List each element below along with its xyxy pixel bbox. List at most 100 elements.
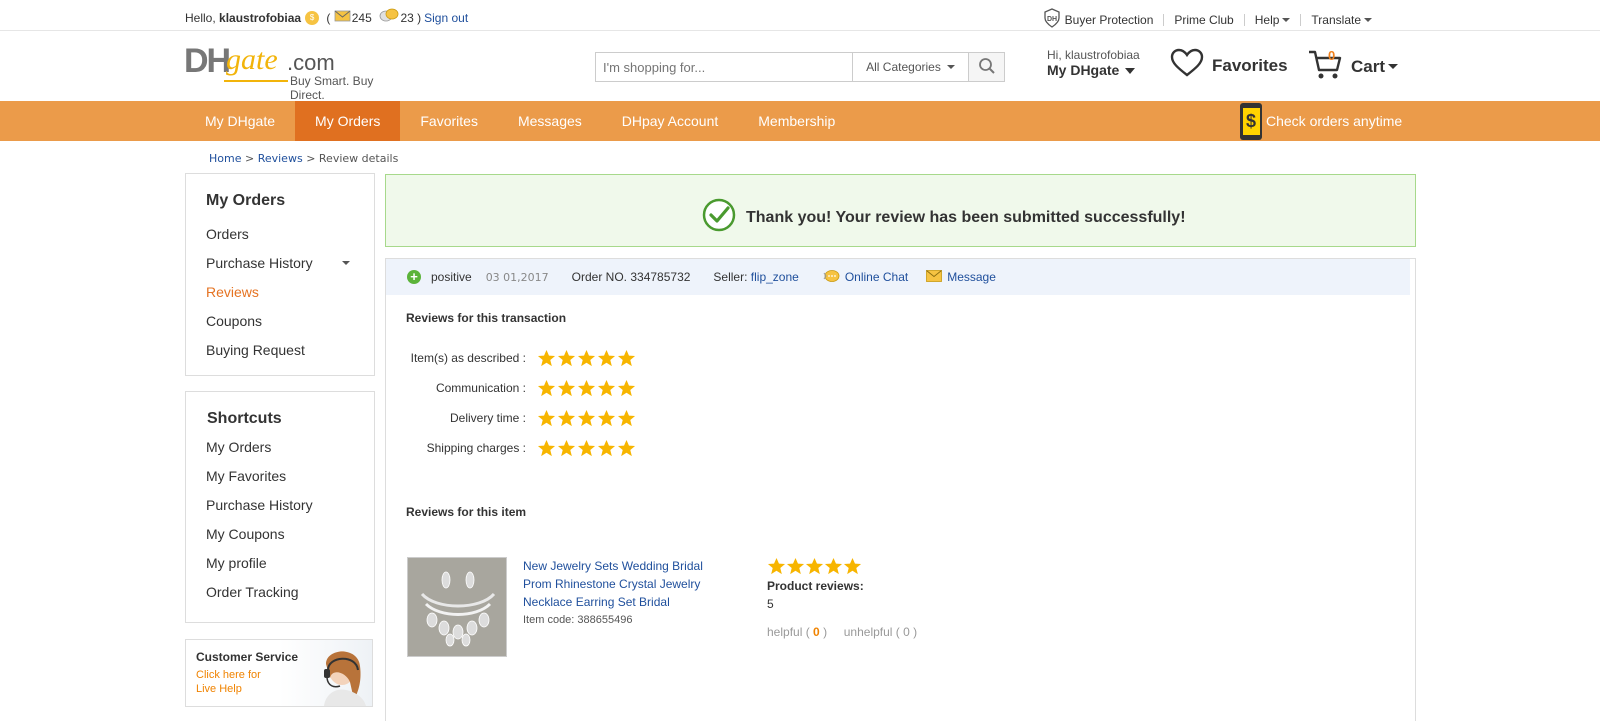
logo-tagline: Buy Smart. Buy Direct. [290, 74, 374, 102]
customer-service-banner[interactable]: Customer Service Click here for Live Hel… [185, 639, 373, 707]
product-reviews-value: 5 [767, 597, 774, 611]
breadcrumb-reviews[interactable]: Reviews [258, 152, 303, 165]
support-agent-icon [302, 642, 370, 706]
shortcut-order-tracking[interactable]: Order Tracking [206, 584, 299, 600]
heart-icon [1170, 48, 1212, 83]
breadcrumb-sep: > [306, 152, 316, 165]
my-orders-title: My Orders [206, 192, 286, 209]
star-icon [843, 557, 862, 575]
star-icon [597, 409, 616, 427]
chevron-down-icon [1364, 18, 1372, 23]
helpful-votes: helpful ( 0 ) unhelpful ( 0 ) [767, 625, 917, 639]
shortcut-my-coupons[interactable]: My Coupons [206, 526, 285, 542]
star-icon [805, 557, 824, 575]
chat-count[interactable]: 23 ) [400, 11, 421, 25]
online-chat-link[interactable]: Online Chat [822, 269, 908, 286]
nav-item-messages[interactable]: Messages [498, 101, 602, 141]
rating-stars [537, 409, 637, 428]
search-bar: All Categories [595, 52, 1005, 82]
svg-text:DH: DH [1047, 16, 1057, 23]
breadcrumb-sep: > [244, 152, 255, 165]
message-link[interactable]: Message [926, 269, 996, 285]
review-panel: + positive 03 01,2017 Order NO. 33478573… [385, 258, 1416, 721]
unhelpful-button[interactable]: unhelpful ( 0 ) [844, 625, 917, 639]
star-icon [577, 349, 596, 367]
star-icon [824, 557, 843, 575]
prime-club-link[interactable]: Prime Club [1174, 13, 1233, 27]
username[interactable]: klaustrofobiaa [219, 11, 301, 25]
chevron-down-icon [1388, 64, 1399, 69]
cs-title: Customer Service [196, 650, 299, 664]
nav-item-membership[interactable]: Membership [738, 101, 855, 141]
category-select[interactable]: All Categories [852, 53, 968, 81]
chevron-down-icon[interactable] [342, 261, 350, 265]
check-orders-link[interactable]: $ Check orders anytime [1240, 101, 1402, 141]
my-dhgate-menu[interactable]: Hi, klaustrofobiaa My DHgate [1047, 48, 1140, 78]
breadcrumb: Home > Reviews > Review details [209, 152, 398, 165]
help-menu[interactable]: Help [1255, 13, 1291, 27]
cart-link[interactable]: 0 Cart [1307, 48, 1399, 85]
cs-live-help-link[interactable]: Click here for Live Help [196, 668, 261, 696]
breadcrumb-home[interactable]: Home [209, 152, 241, 165]
sidebar-item-coupons[interactable]: Coupons [206, 313, 262, 329]
hi-user: Hi, klaustrofobiaa [1047, 48, 1140, 62]
logo-arrow [224, 80, 288, 82]
review-meta-bar: + positive 03 01,2017 Order NO. 33478573… [386, 259, 1410, 295]
chevron-down-icon [946, 65, 955, 69]
sidebar-item-purchase-history[interactable]: Purchase History [206, 255, 313, 271]
online-chat-label: Online Chat [844, 270, 909, 284]
mail-icon[interactable] [334, 9, 352, 26]
star-icon [537, 349, 556, 367]
logo-dh: DH [184, 42, 231, 80]
favorites-label: Favorites [1212, 55, 1288, 75]
cs-link-line-2: Live Help [196, 683, 242, 695]
shortcut-my-orders[interactable]: My Orders [206, 439, 271, 455]
helpful-count: 0 [813, 625, 820, 639]
search-button[interactable] [968, 53, 1004, 81]
chat-bubble-icon [822, 269, 845, 286]
seller-link[interactable]: flip_zone [751, 270, 799, 284]
rating-label: Item(s) as described : [410, 351, 526, 365]
helpful-button[interactable]: helpful ( 0 ) [767, 625, 827, 639]
check-circle-icon [702, 198, 746, 237]
sidebar-item-reviews[interactable]: Reviews [206, 284, 259, 300]
nav-item-dhpay-account[interactable]: DHpay Account [602, 101, 739, 141]
review-date: 03 01,2017 [485, 270, 549, 284]
star-icon [597, 439, 616, 457]
rating-label: Delivery time : [449, 411, 526, 425]
shortcut-purchase-history[interactable]: Purchase History [206, 497, 313, 513]
sidebar-item-buying-request[interactable]: Buying Request [206, 342, 305, 358]
shield-icon: DH [1043, 8, 1061, 31]
translate-menu[interactable]: Translate [1311, 13, 1372, 27]
mobile-phone-icon: $ [1240, 102, 1262, 140]
helpful-close: ) [823, 625, 828, 639]
top-bar: Hello, klaustrofobiaa $ ( 245 23 ) Sign … [0, 0, 1600, 31]
success-banner: Thank you! Your review has been submitte… [385, 174, 1416, 247]
shortcut-my-favorites[interactable]: My Favorites [206, 468, 286, 484]
helpful-label: helpful ( [767, 625, 810, 639]
dhgate-logo[interactable]: DH gate .com Buy Smart. Buy Direct. [184, 42, 409, 102]
mail-count[interactable]: 245 [352, 11, 372, 25]
search-input[interactable] [596, 53, 852, 81]
product-link[interactable]: New Jewelry Sets Wedding Bridal Prom Rhi… [523, 557, 723, 611]
item-reviews-title: Reviews for this item [406, 505, 527, 519]
chat-icon[interactable] [378, 8, 400, 27]
divider [1163, 13, 1165, 26]
nav-item-my-orders[interactable]: My Orders [295, 101, 401, 141]
cs-link-line-1: Click here for [196, 669, 261, 681]
favorites-link[interactable]: Favorites [1170, 48, 1288, 83]
shortcut-my-profile[interactable]: My profile [206, 555, 267, 571]
nav-item-my-dhgate[interactable]: My DHgate [185, 101, 295, 141]
breadcrumb-current: Review details [318, 152, 399, 165]
star-icon [577, 439, 596, 457]
star-icon [786, 557, 805, 575]
product-image[interactable] [407, 557, 507, 657]
phone-symbol: $ [1242, 107, 1260, 135]
sign-out-link[interactable]: Sign out [424, 11, 468, 25]
check-orders-label: Check orders anytime [1266, 113, 1403, 129]
buyer-protection-link[interactable]: Buyer Protection [1065, 13, 1154, 27]
nav-item-favorites[interactable]: Favorites [400, 101, 498, 141]
category-label: All Categories [866, 60, 941, 74]
star-icon [597, 349, 616, 367]
sidebar-item-orders[interactable]: Orders [206, 226, 249, 242]
